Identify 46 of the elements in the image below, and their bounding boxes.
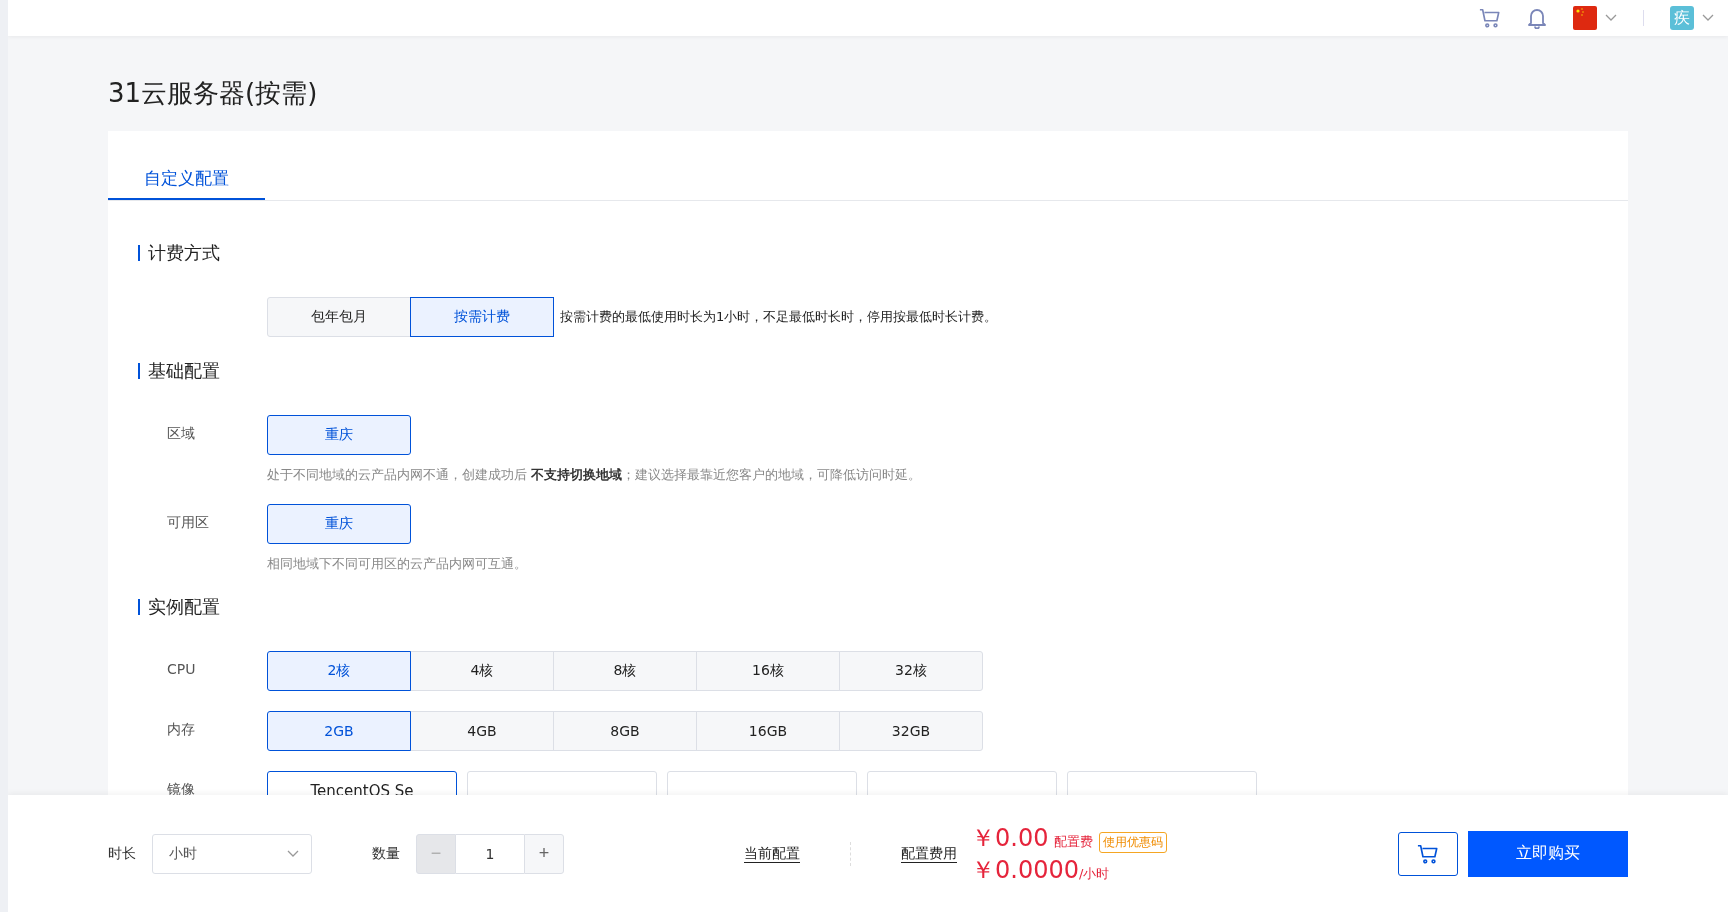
page-title: 31云服务器(按需) bbox=[108, 77, 319, 110]
option-button[interactable]: 重庆 bbox=[267, 415, 411, 455]
option-button[interactable]: 包年包月 bbox=[267, 297, 411, 337]
bell-icon bbox=[1527, 7, 1547, 29]
option-button[interactable]: 4核 bbox=[410, 651, 554, 691]
field-label: 内存 bbox=[166, 720, 196, 739]
section-heading: 基础配置 bbox=[148, 359, 220, 383]
option-button[interactable]: 16核 bbox=[696, 651, 840, 691]
field-hint: 相同地域下不同可用区的云产品内网可互通。 bbox=[267, 556, 527, 573]
price-label: 配置费 bbox=[1054, 832, 1094, 851]
field-label: 可用区 bbox=[166, 513, 210, 532]
cart-icon bbox=[1417, 842, 1439, 865]
billing-note: 按需计费的最低使用时长为1小时，不足最低时长时，停用按最低时长计费。 bbox=[560, 308, 998, 326]
flag-icon bbox=[1573, 6, 1597, 30]
hourly-price: ￥0.0000 bbox=[971, 854, 1079, 886]
duration-label: 时长 bbox=[108, 844, 136, 863]
current-config-link[interactable]: 当前配置 bbox=[744, 844, 800, 863]
chevron-down-icon bbox=[1702, 14, 1714, 22]
field-label: CPU bbox=[166, 660, 197, 679]
price-unit: /小时 bbox=[1079, 865, 1110, 883]
section-heading: 实例配置 bbox=[148, 595, 220, 619]
option-button[interactable]: 8GB bbox=[553, 711, 697, 751]
option-button[interactable]: 4GB bbox=[410, 711, 554, 751]
fee-details-link[interactable]: 配置费用 bbox=[901, 844, 957, 863]
option-button[interactable]: 16GB bbox=[696, 711, 840, 751]
section-heading: 计费方式 bbox=[148, 241, 220, 265]
cart-icon bbox=[1479, 7, 1501, 29]
option-button[interactable]: 32GB bbox=[839, 711, 983, 751]
config-price: ￥0.00 bbox=[971, 822, 1049, 854]
quantity-label: 数量 bbox=[372, 844, 400, 863]
option-button[interactable]: 2GB bbox=[267, 711, 411, 751]
chevron-down-icon bbox=[1605, 14, 1617, 22]
field-label: 区域 bbox=[166, 424, 196, 443]
buy-now-button[interactable]: 立即购买 bbox=[1468, 830, 1628, 877]
tab[interactable]: 自定义配置 bbox=[108, 167, 265, 200]
option-button[interactable]: 32核 bbox=[839, 651, 983, 691]
field-hint: 处于不同地域的云产品内网不通，创建成功后 不支持切换地域；建议选择最靠近您客户的地域，可降低访问时延。 bbox=[267, 467, 921, 484]
option-button[interactable]: 8核 bbox=[553, 651, 697, 691]
duration-select[interactable]: 小时 bbox=[152, 833, 312, 874]
quantity-input[interactable]: 1 bbox=[456, 833, 524, 874]
add-to-cart-button[interactable] bbox=[1398, 831, 1458, 876]
increment-button[interactable]: + bbox=[524, 833, 564, 874]
option-button[interactable]: 2核 bbox=[267, 651, 411, 691]
option-button[interactable]: 重庆 bbox=[267, 504, 411, 544]
option-button[interactable]: 按需计费 bbox=[410, 297, 554, 337]
chevron-down-icon bbox=[287, 849, 299, 858]
